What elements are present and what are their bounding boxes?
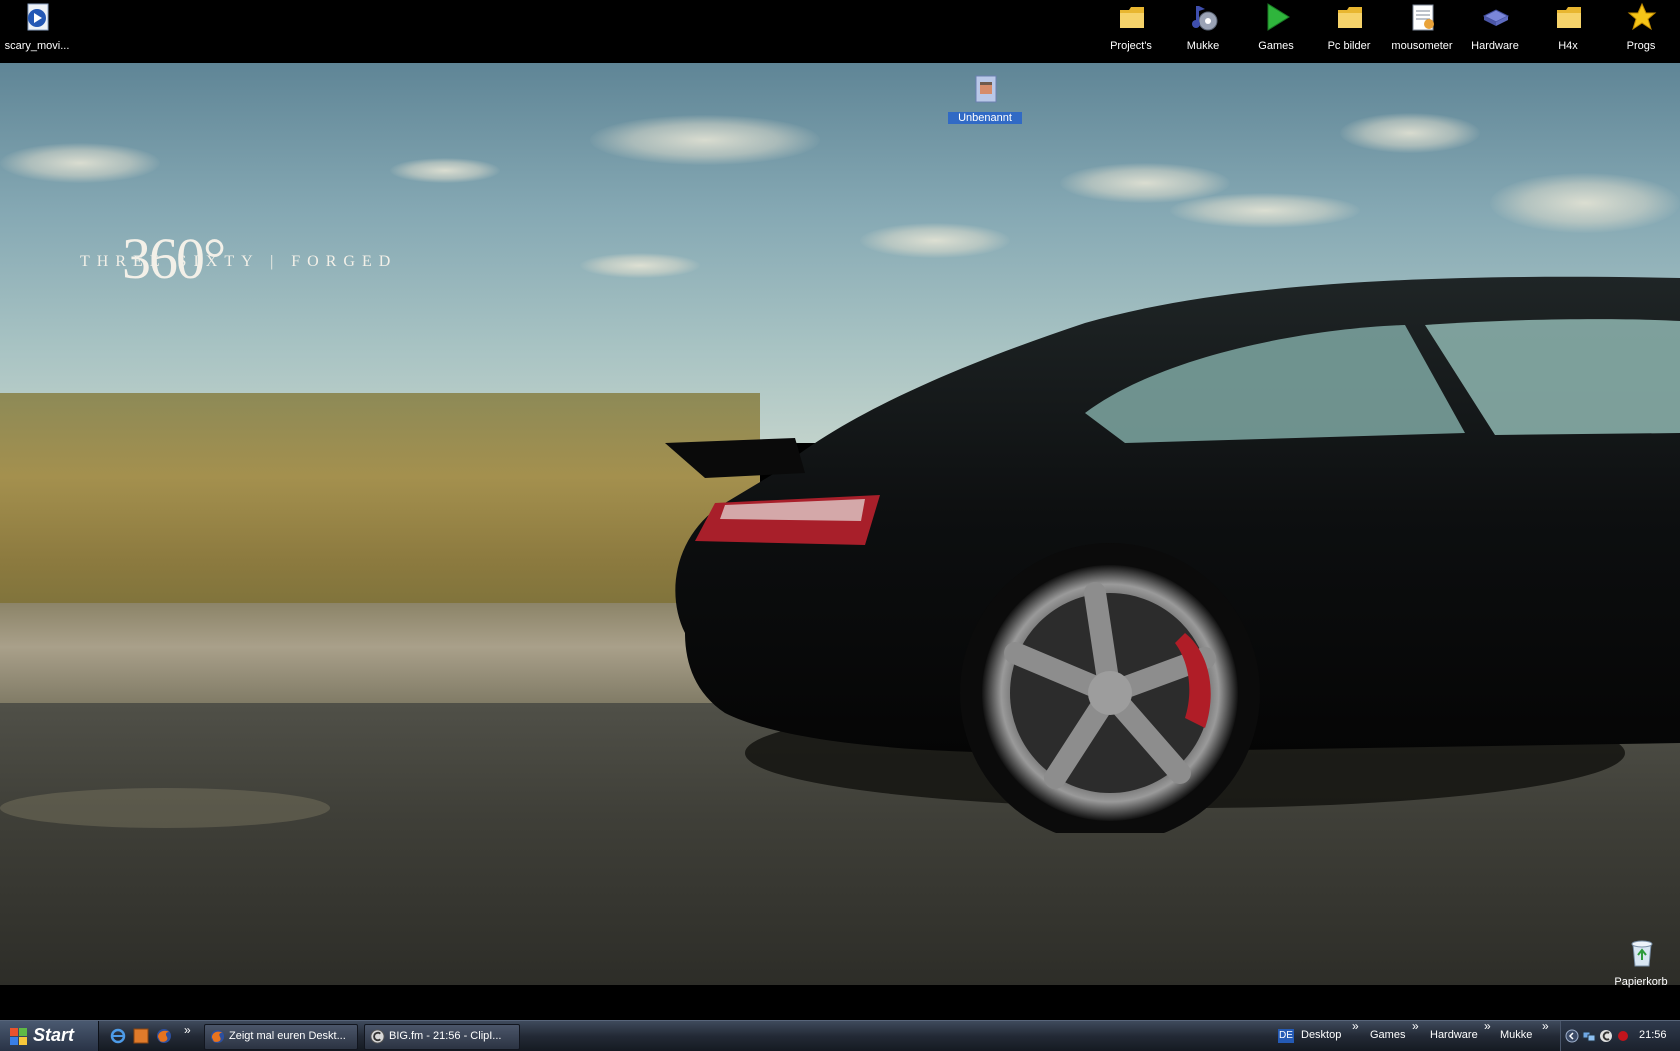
desktop-icon-games[interactable]: Games [1239, 2, 1313, 58]
firefox-icon [210, 1029, 225, 1044]
wallpaper-bottom-border [0, 985, 1680, 1020]
app-icon[interactable] [133, 1028, 149, 1044]
wallpaper-logo: 360° THREE SIXTY | FORGED [80, 226, 410, 303]
recycle-bin-icon [1631, 940, 1653, 967]
toolbar-desktop[interactable]: Desktop [1301, 1029, 1341, 1041]
desktop[interactable]: 360° THREE SIXTY | FORGED scary_movi... … [0, 0, 1680, 1050]
cloud [860, 223, 1010, 258]
hardware-icon [1482, 9, 1510, 26]
desktop-icon-label: Games [1258, 40, 1294, 52]
desktop-icon-progs[interactable]: Progs [1604, 2, 1678, 58]
toolbar-chevron[interactable]: » [1542, 1019, 1549, 1033]
desktop-icon-h4x[interactable]: H4x [1531, 2, 1605, 58]
play-icon [1267, 3, 1290, 31]
cloud [1170, 193, 1360, 228]
desktop-icon-mukke[interactable]: Mukke [1166, 2, 1240, 58]
desktop-icon-hardware[interactable]: Hardware [1458, 2, 1532, 58]
start-button[interactable]: Start [0, 1021, 99, 1051]
wallpaper: 360° THREE SIXTY | FORGED [0, 63, 1680, 985]
clipinc-icon [370, 1029, 385, 1044]
folder-icon [1557, 7, 1581, 28]
desktop-icon-mousometer[interactable]: mousometer [1385, 2, 1459, 58]
taskbar-window-clipinc[interactable]: BIG.fm - 21:56 - ClipI... [364, 1024, 520, 1050]
wallpaper-road-patch [0, 788, 330, 828]
cloud [0, 143, 160, 183]
media-file-icon [27, 3, 49, 31]
image-file-icon [975, 75, 997, 103]
desktop-icon-papierkorb[interactable]: Papierkorb [1604, 938, 1678, 994]
show-hidden-icons-icon[interactable] [1565, 1029, 1579, 1043]
music-icon [1192, 6, 1218, 31]
toolbar-chevron[interactable]: » [1412, 1019, 1419, 1033]
star-icon [1627, 2, 1657, 31]
desktop-icon-label: Progs [1626, 40, 1656, 52]
toolbar-hardware[interactable]: Hardware [1430, 1029, 1478, 1041]
taskbar-window-label: BIG.fm - 21:56 - ClipI... [389, 1030, 502, 1042]
clock[interactable]: 21:56 [1639, 1029, 1667, 1041]
desktop-icon-scary-movie[interactable]: scary_movi... [0, 2, 74, 58]
taskbar-window-label: Zeigt mal euren Deskt... [229, 1030, 346, 1042]
antivirus-icon[interactable] [1616, 1029, 1630, 1043]
toolbar-mukke[interactable]: Mukke [1500, 1029, 1532, 1041]
desktop-icon-label: Pc bilder [1327, 40, 1371, 52]
firefox-icon[interactable] [156, 1028, 172, 1044]
windows-logo-icon [10, 1028, 27, 1045]
notepad-icon [1412, 4, 1434, 31]
toolbar-chevron[interactable]: » [1352, 1019, 1359, 1033]
taskbar-window-firefox[interactable]: Zeigt mal euren Deskt... [204, 1024, 358, 1050]
internet-explorer-icon[interactable] [110, 1028, 126, 1044]
desktop-icon-pc-bilder[interactable]: Pc bilder [1312, 2, 1386, 58]
desktop-icon-unbenannt[interactable]: Unbenannt [948, 74, 1022, 130]
desktop-icon-projects[interactable]: Project's [1094, 2, 1168, 58]
car-image [665, 276, 1680, 833]
logo-text: THREE SIXTY | FORGED [80, 253, 398, 270]
desktop-icon-label: Unbenannt [948, 112, 1022, 124]
desktop-icon-label: Hardware [1471, 40, 1519, 52]
start-label: Start [33, 1025, 75, 1045]
desktop-icon-label: H4x [1558, 40, 1578, 52]
taskbar: Start » Zeigt mal euren Deskt... BIG.fm … [0, 1019, 1680, 1051]
folder-icon [1338, 7, 1362, 28]
desktop-icon-label: mousometer [1391, 40, 1453, 52]
cloud [590, 115, 820, 165]
network-icon[interactable] [1582, 1029, 1596, 1043]
system-tray-area: DE Desktop » Games » Hardware » Mukke » [1270, 1019, 1680, 1051]
cloud [1490, 173, 1680, 233]
toolbar-chevron[interactable]: » [1484, 1019, 1491, 1033]
desktop-icon-label: Mukke [1186, 40, 1220, 52]
language-indicator[interactable]: DE [1278, 1029, 1294, 1043]
toolbar-games[interactable]: Games [1370, 1029, 1405, 1041]
notification-area: 21:56 [1560, 1021, 1680, 1051]
cloud [1340, 113, 1480, 153]
clipinc-tray-icon[interactable] [1599, 1029, 1613, 1043]
cloud [390, 158, 500, 183]
desktop-icon-label: Project's [1110, 40, 1152, 52]
wallpaper-gravel [0, 603, 760, 713]
folder-icon [1120, 7, 1144, 28]
quick-launch-more[interactable]: » [184, 1023, 191, 1037]
desktop-icon-label: Papierkorb [1614, 976, 1668, 988]
desktop-icon-label: scary_movi... [4, 40, 70, 52]
